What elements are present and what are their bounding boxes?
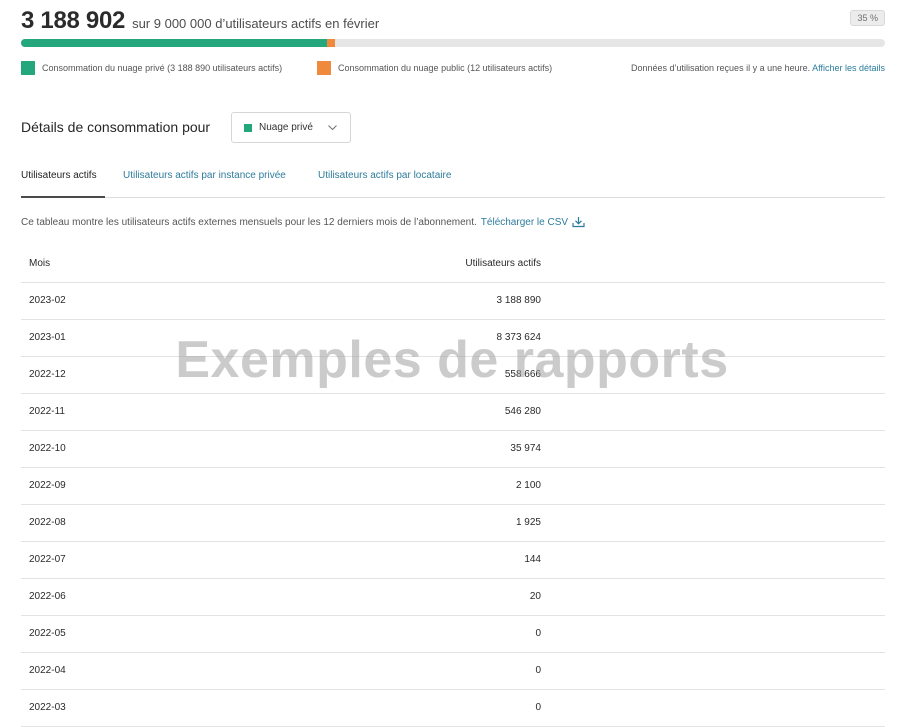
legend-private: Consommation du nuage privé (3 188 890 u… xyxy=(21,61,282,75)
active-users-cell: 558 666 xyxy=(504,369,541,380)
active-users-cell: 0 xyxy=(535,628,541,639)
usage-note-text: Données d’utilisation reçues il y a une … xyxy=(631,63,811,73)
active-users-cell: 0 xyxy=(535,665,541,676)
cloud-type-select[interactable]: Nuage privé xyxy=(231,112,351,143)
column-header-active-users: Utilisateurs actifs xyxy=(465,258,541,269)
active-users-cell: 8 373 624 xyxy=(496,332,542,343)
chevron-down-icon xyxy=(328,125,337,131)
active-users-cell: 3 188 890 xyxy=(496,295,542,306)
details-title: Détails de consommation pour xyxy=(21,119,211,135)
active-users-cell: 144 xyxy=(524,554,541,565)
table-body: 2023-02 3 188 890 2023-01 8 373 624 2022-12 5… xyxy=(21,283,885,727)
month-cell: 2022-08 xyxy=(29,517,66,528)
month-cell: 2022-11 xyxy=(29,406,65,417)
private-swatch-small xyxy=(244,123,252,132)
month-cell: 2023-01 xyxy=(29,332,66,343)
public-swatch xyxy=(317,61,331,75)
cloud-type-value: Nuage privé xyxy=(259,122,313,133)
description-text: Ce tableau montre les utilisateurs actif… xyxy=(21,216,477,228)
table-row: 2022-05 0 xyxy=(21,616,885,653)
month-cell: 2022-04 xyxy=(29,665,66,676)
legend-public-label: Consommation du nuage public (12 utilisa… xyxy=(338,63,553,73)
month-cell: 2022-10 xyxy=(29,443,66,454)
public-usage-fill xyxy=(327,39,335,47)
active-users-table: Mois Utilisateurs actifs 2023-02 3 188 89… xyxy=(21,246,885,727)
show-details-link[interactable]: Afficher les détails xyxy=(812,63,885,73)
usage-progress-bar xyxy=(21,39,885,47)
table-row: 2022-06 20 xyxy=(21,579,885,616)
table-row: 2022-04 0 xyxy=(21,653,885,690)
month-cell: 2022-07 xyxy=(29,554,66,565)
usage-headline: 3 188 902 sur 9 000 000 d’utilisateurs a… xyxy=(21,7,379,35)
month-cell: 2022-12 xyxy=(29,369,66,380)
download-csv-label: Télécharger le CSV xyxy=(480,216,569,228)
active-users-cell: 2 100 xyxy=(515,480,541,491)
active-users-cell: 0 xyxy=(535,702,541,713)
month-cell: 2023-02 xyxy=(29,295,66,306)
tab-active-users-by-private-instance[interactable]: Utilisateurs actifs par instance privée xyxy=(123,170,286,181)
table-row: 2022-03 0 xyxy=(21,690,885,727)
table-row: 2022-12 558 666 xyxy=(21,357,885,394)
active-users-cell: 35 974 xyxy=(510,443,541,454)
active-tab-indicator xyxy=(21,196,105,198)
table-row: 2022-11 546 280 xyxy=(21,394,885,431)
month-cell: 2022-06 xyxy=(29,591,66,602)
active-users-cell: 20 xyxy=(529,591,541,602)
table-header: Mois Utilisateurs actifs xyxy=(21,246,885,283)
percent-badge: 35 % xyxy=(850,10,885,26)
month-cell: 2022-03 xyxy=(29,702,66,713)
private-swatch xyxy=(21,61,35,75)
table-row: 2023-01 8 373 624 xyxy=(21,320,885,357)
column-header-month: Mois xyxy=(29,258,51,269)
month-cell: 2022-05 xyxy=(29,628,66,639)
active-users-count: 3 188 902 xyxy=(21,7,126,34)
usage-legend: Consommation du nuage privé (3 188 890 u… xyxy=(21,61,885,77)
table-row: 2022-10 35 974 xyxy=(21,431,885,468)
table-row: 2022-08 1 925 xyxy=(21,505,885,542)
usage-subtitle: sur 9 000 000 d’utilisateurs actifs en f… xyxy=(132,16,380,31)
download-csv-link[interactable]: Télécharger le CSV xyxy=(481,216,585,228)
download-icon xyxy=(572,217,585,228)
table-row: 2022-07 144 xyxy=(21,542,885,579)
private-usage-fill xyxy=(21,39,327,47)
month-cell: 2022-09 xyxy=(29,480,66,491)
table-row: 2023-02 3 188 890 xyxy=(21,283,885,320)
table-description: Ce tableau montre les utilisateurs actif… xyxy=(21,216,585,228)
tab-active-users[interactable]: Utilisateurs actifs xyxy=(21,170,97,181)
table-row: 2022-09 2 100 xyxy=(21,468,885,505)
active-users-cell: 546 280 xyxy=(504,406,541,417)
report-tabs: Utilisateurs actifs Utilisateurs actifs … xyxy=(21,163,885,198)
usage-note: Données d’utilisation reçues il y a une … xyxy=(631,63,885,73)
legend-public: Consommation du nuage public (12 utilisa… xyxy=(317,61,552,75)
active-users-cell: 1 925 xyxy=(515,517,541,528)
tab-active-users-by-tenant[interactable]: Utilisateurs actifs par locataire xyxy=(318,170,451,181)
legend-private-label: Consommation du nuage privé (3 188 890 u… xyxy=(42,63,283,73)
